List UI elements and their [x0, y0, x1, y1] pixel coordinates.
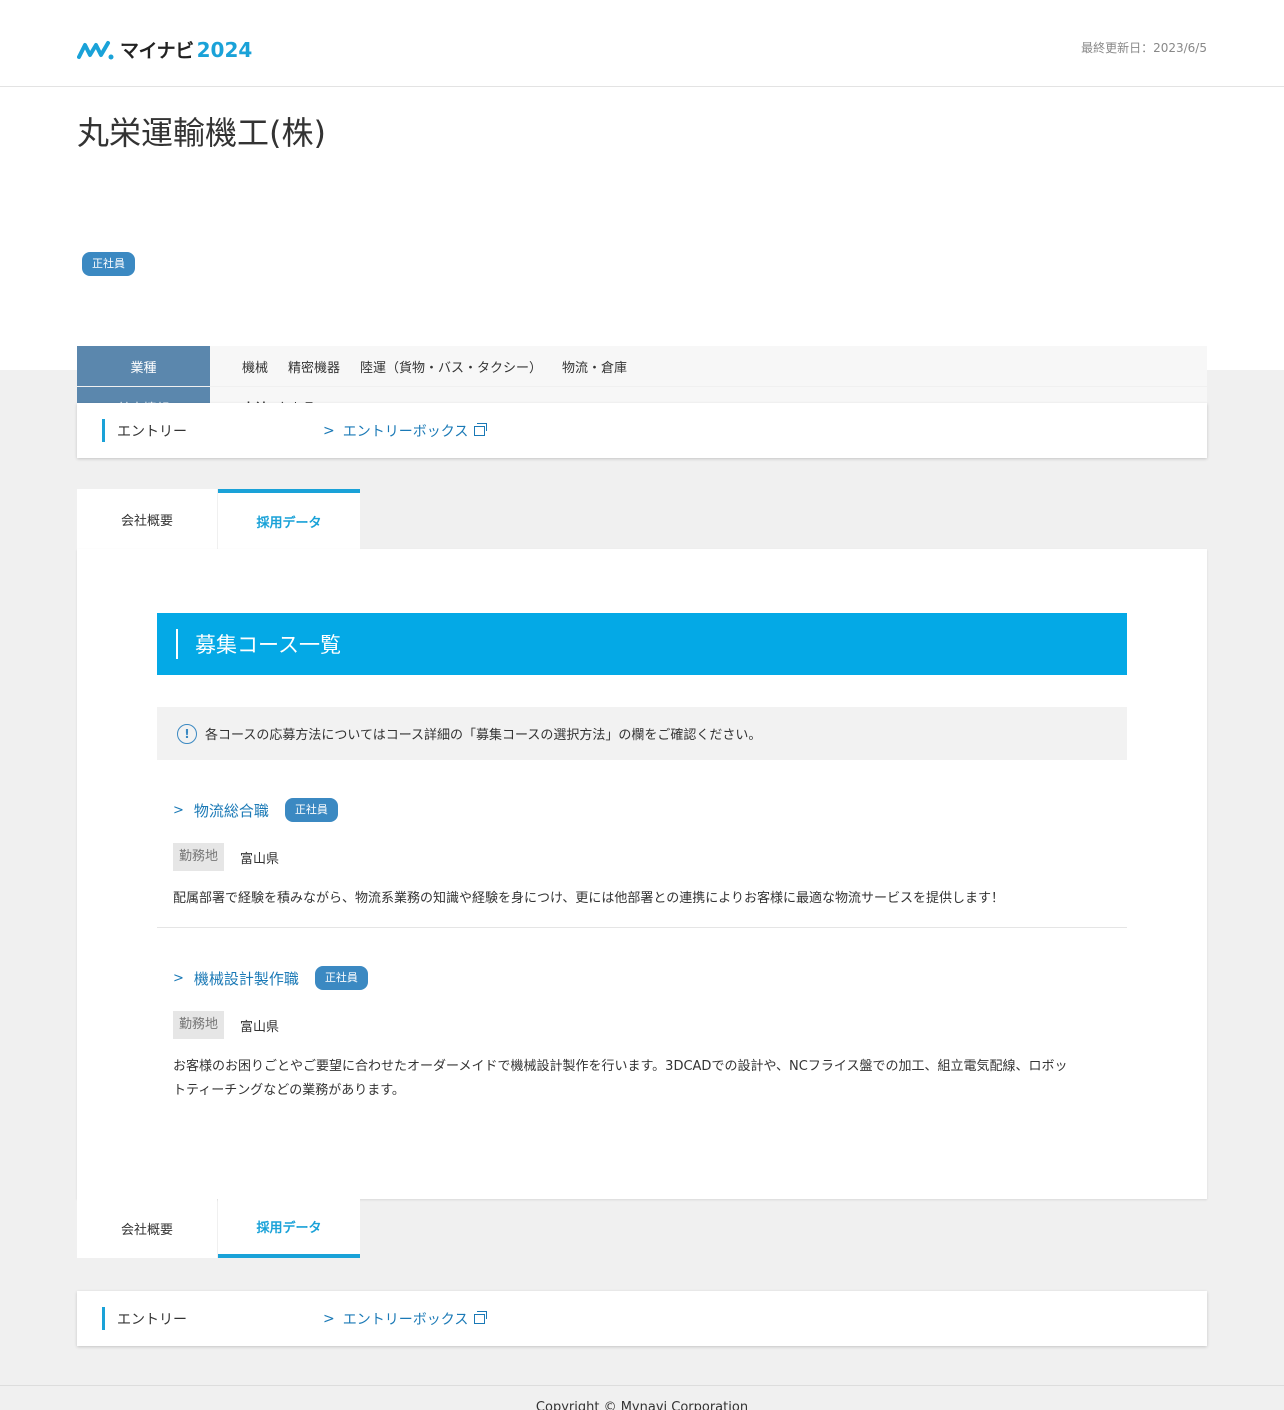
- logo-text: マイナビ: [120, 40, 194, 62]
- entry-accent-bar: [102, 419, 105, 442]
- course-title-row: > 機械設計製作職 正社員: [173, 966, 1103, 990]
- tab-recruit-data[interactable]: 採用データ: [218, 1198, 360, 1258]
- location-label: 勤務地: [173, 843, 225, 871]
- course-divider: [157, 927, 1127, 928]
- location-value: 富山県: [240, 851, 280, 867]
- employment-badge: 正社員: [284, 798, 338, 822]
- entry-box-link-text: エントリーボックス: [342, 1312, 469, 1328]
- entry-box-link[interactable]: > エントリーボックス: [323, 421, 488, 441]
- industry-item: 精密機器: [288, 360, 341, 376]
- industry-label: 業種: [77, 346, 210, 386]
- recruit-panel: 募集コース一覧 ! 各コースの応募方法についてはコース詳細の「募集コースの選択方…: [77, 549, 1207, 1199]
- industry-item: 機械: [242, 360, 269, 376]
- tabs-bottom: 会社概要 採用データ: [77, 1198, 360, 1258]
- tabs-top: 会社概要 採用データ: [77, 489, 360, 549]
- chevron-right-icon: >: [173, 802, 184, 818]
- notice-box: ! 各コースの応募方法についてはコース詳細の「募集コースの選択方法」の欄をご確認…: [157, 707, 1127, 760]
- info-icon: !: [177, 723, 197, 744]
- entry-label: エントリー: [117, 1312, 187, 1328]
- entry-label: エントリー: [117, 424, 187, 440]
- copyright-text: Copyright © Mynavi Corporation: [535, 1400, 749, 1410]
- chevron-right-icon: >: [173, 970, 184, 986]
- industry-values: 機械 精密機器 陸運（貨物・バス・タクシー） 物流・倉庫: [210, 346, 1207, 386]
- mynavi-logo-icon: [77, 40, 114, 59]
- industry-item: 陸運（貨物・バス・タクシー）: [360, 360, 543, 376]
- chevron-right-icon: >: [323, 423, 335, 439]
- course-title-link[interactable]: 機械設計製作職: [194, 968, 299, 989]
- course-list-title: 募集コース一覧: [157, 613, 1127, 675]
- external-link-icon: [474, 1311, 488, 1324]
- location-value: 富山県: [240, 1019, 280, 1035]
- site-header: マイナビ 2024 最終更新日：2023/6/5: [0, 0, 1284, 87]
- location-row: 勤務地 富山県: [173, 843, 1103, 871]
- logo-year: 2024: [196, 37, 253, 62]
- industry-row: 業種 機械 精密機器 陸運（貨物・バス・タクシー） 物流・倉庫: [77, 346, 1207, 386]
- employment-badge: 正社員: [82, 252, 135, 276]
- site-footer: Copyright © Mynavi Corporation: [0, 1385, 1284, 1410]
- entry-box-link[interactable]: > エントリーボックス: [323, 1309, 488, 1329]
- course-title-link[interactable]: 物流総合職: [194, 800, 269, 821]
- entry-box-bottom: エントリー > エントリーボックス: [77, 1291, 1207, 1346]
- location-row: 勤務地 富山県: [173, 1011, 1103, 1039]
- course-item: > 機械設計製作職 正社員 勤務地 富山県 お客様のお困りごとやご要望に合わせた…: [173, 966, 1103, 1103]
- entry-accent-bar: [102, 1307, 105, 1330]
- tab-company-overview[interactable]: 会社概要: [77, 489, 217, 549]
- course-item: > 物流総合職 正社員 勤務地 富山県 配属部署で経験を積みながら、物流系業務の…: [173, 798, 1103, 911]
- employment-badge: 正社員: [314, 966, 368, 990]
- mynavi-logo[interactable]: マイナビ 2024: [77, 36, 252, 63]
- entry-box-link-text: エントリーボックス: [342, 424, 469, 440]
- tab-company-overview[interactable]: 会社概要: [77, 1198, 217, 1258]
- course-title-row: > 物流総合職 正社員: [173, 798, 1103, 822]
- notice-text: 各コースの応募方法についてはコース詳細の「募集コースの選択方法」の欄をご確認くだ…: [205, 728, 762, 743]
- industry-item: 物流・倉庫: [562, 360, 628, 376]
- last-updated: 最終更新日：2023/6/5: [1081, 41, 1207, 55]
- course-description: 配属部署で経験を積みながら、物流系業務の知識や経験を身につけ、更には他部署との連…: [173, 891, 1004, 906]
- entry-box-top: エントリー > エントリーボックス: [77, 403, 1207, 458]
- top-section: マイナビ 2024 最終更新日：2023/6/5 丸栄運輸機工(株) 正社員 業…: [0, 0, 1284, 427]
- company-name: 丸栄運輸機工(株): [77, 114, 326, 152]
- tab-recruit-data[interactable]: 採用データ: [218, 489, 360, 549]
- company-section: 丸栄運輸機工(株) 正社員 業種 機械 精密機器 陸運（貨物・バス・タクシー） …: [0, 87, 1284, 427]
- location-label: 勤務地: [173, 1011, 225, 1039]
- course-description: お客様のお困りごとやご要望に合わせたオーダーメイドで機械設計製作を行います。3D…: [173, 1059, 1068, 1098]
- chevron-right-icon: >: [323, 1311, 335, 1327]
- external-link-icon: [474, 423, 488, 436]
